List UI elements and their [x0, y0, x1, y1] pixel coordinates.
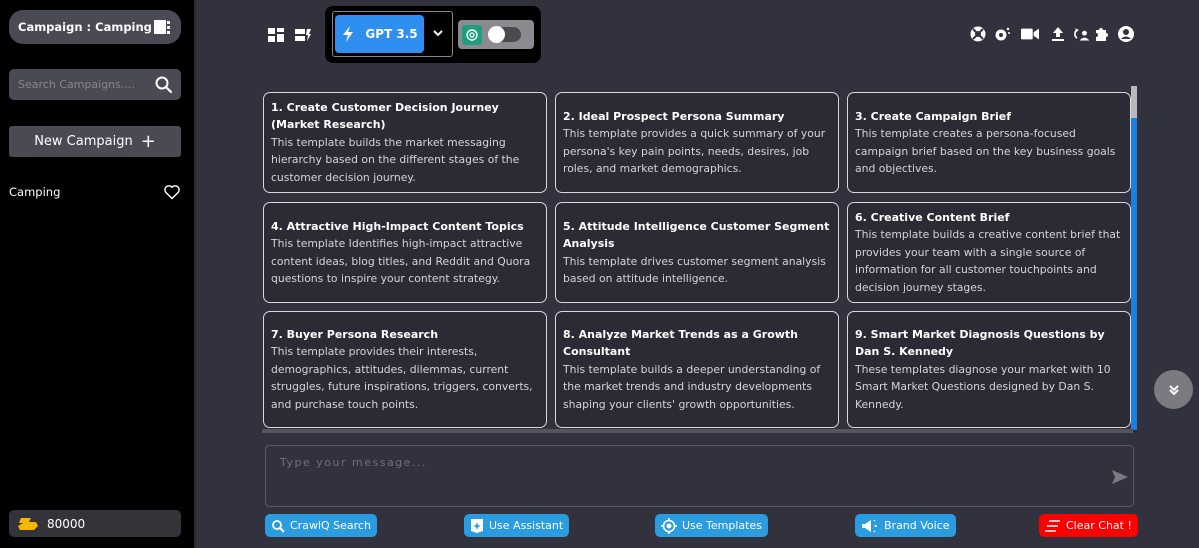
model-button[interactable]: GPT 3.5: [335, 15, 424, 53]
message-input[interactable]: [266, 446, 1096, 506]
sync-user-icon[interactable]: [1073, 25, 1091, 43]
brand-voice-label: Brand Voice: [884, 519, 950, 532]
dashboard-icon[interactable]: [267, 26, 285, 44]
template-title: 4. Attractive High-Impact Content Topics: [271, 219, 524, 233]
template-description: This template provides a quick summary o…: [563, 127, 826, 175]
template-description: These templates diagnose your market wit…: [855, 362, 1111, 411]
template-description: This template drives customer segment an…: [563, 254, 826, 286]
search-icon[interactable]: [152, 73, 176, 97]
toolbar-right-icons: [969, 25, 1141, 43]
sidebar: Campaign : Camping New Campaign + Campin…: [0, 0, 194, 548]
campaign-name: Camping: [9, 185, 61, 199]
template-title: 6. Creative Content Brief: [855, 210, 1010, 224]
template-card[interactable]: 1. Create Customer Decision Journey (Mar…: [263, 92, 547, 193]
send-icon[interactable]: [1111, 468, 1129, 486]
crawliq-search-label: CrawlQ Search: [290, 519, 371, 532]
assistant-icon: [471, 518, 483, 533]
search-icon: [272, 519, 285, 533]
new-campaign-button[interactable]: New Campaign +: [9, 126, 181, 157]
openai-logo-icon: [462, 25, 482, 45]
campaign-header-title: Campaign : Camping: [18, 20, 152, 34]
campaign-header[interactable]: Campaign : Camping: [9, 10, 181, 44]
plugin-icon[interactable]: [1093, 25, 1111, 43]
clear-lines-icon: [1045, 519, 1060, 532]
sidebar-toggle-icon[interactable]: [154, 19, 172, 35]
clear-chat-label: Clear Chat !: [1066, 519, 1132, 532]
template-title: 9. Smart Market Diagnosis Questions by D…: [855, 327, 1105, 359]
sidebar-divider: [194, 0, 196, 548]
brand-voice-button[interactable]: Brand Voice: [855, 514, 956, 537]
video-icon[interactable]: [1021, 25, 1039, 43]
plus-icon: +: [140, 130, 156, 152]
scroll-to-bottom-button[interactable]: [1154, 370, 1193, 409]
template-card[interactable]: 3. Create Campaign Brief This template c…: [847, 92, 1131, 193]
coins-icon: [18, 517, 38, 530]
model-select[interactable]: GPT 3.5: [332, 11, 453, 57]
heart-icon[interactable]: [163, 184, 181, 200]
upload-icon[interactable]: [1049, 25, 1067, 43]
app: Campaign : Camping New Campaign + Campin…: [0, 0, 1199, 548]
megaphone-icon: [862, 518, 877, 533]
campaign-search: [9, 69, 181, 100]
use-assistant-button[interactable]: Use Assistant: [464, 514, 570, 537]
template-description: This template builds a deeper understand…: [563, 362, 821, 411]
template-description: This template creates a persona-focused …: [855, 127, 1116, 175]
template-card[interactable]: 7. Buyer Persona Research This template …: [263, 311, 547, 428]
template-title: 5. Attitude Intelligence Customer Segmen…: [563, 219, 830, 251]
template-card[interactable]: 2. Ideal Prospect Persona Summary This t…: [555, 92, 839, 193]
campaign-search-input[interactable]: [18, 78, 152, 91]
settings-icon[interactable]: [993, 25, 1011, 43]
use-assistant-label: Use Assistant: [489, 519, 564, 532]
target-icon: [661, 517, 677, 534]
template-title: 2. Ideal Prospect Persona Summary: [563, 109, 785, 123]
crawliq-search-button[interactable]: CrawlQ Search: [265, 514, 377, 537]
template-description: This template Identifies high-impact att…: [271, 237, 531, 285]
openai-toggle-group: [458, 20, 534, 49]
template-scrollbar-thumb[interactable]: [1131, 118, 1137, 430]
model-label: GPT 3.5: [365, 27, 418, 41]
template-description: This template builds the market messagin…: [271, 135, 520, 184]
message-composer: [265, 445, 1134, 507]
template-grid: 1. Create Customer Decision Journey (Mar…: [262, 88, 1133, 430]
template-title: 3. Create Campaign Brief: [855, 109, 1011, 123]
chevron-down-icon[interactable]: [431, 26, 445, 40]
template-description: This template builds a creative content …: [855, 228, 1121, 294]
use-templates-label: Use Templates: [682, 519, 762, 532]
template-title: 7. Buyer Persona Research: [271, 327, 439, 341]
template-card[interactable]: 9. Smart Market Diagnosis Questions by D…: [847, 311, 1131, 428]
layout-switch-icon[interactable]: [294, 26, 312, 44]
double-chevron-down-icon: [1168, 384, 1179, 395]
template-scrollbar[interactable]: [1131, 86, 1137, 432]
help-lifebuoy-icon[interactable]: [969, 25, 987, 43]
template-title: 8. Analyze Market Trends as a Growth Con…: [563, 327, 799, 359]
template-description: This template provides their interests, …: [271, 345, 533, 411]
template-title: 1. Create Customer Decision Journey (Mar…: [271, 100, 499, 132]
lightning-icon: [343, 26, 354, 42]
account-icon[interactable]: [1117, 25, 1135, 43]
clear-chat-button[interactable]: Clear Chat !: [1039, 514, 1138, 537]
template-card[interactable]: 8. Analyze Market Trends as a Growth Con…: [555, 311, 839, 428]
campaign-list-item[interactable]: Camping: [9, 182, 181, 202]
model-panel: GPT 3.5: [325, 6, 541, 63]
use-templates-button[interactable]: Use Templates: [655, 514, 768, 537]
template-card[interactable]: 5. Attitude Intelligence Customer Segmen…: [555, 202, 839, 303]
openai-toggle-switch[interactable]: [488, 26, 521, 43]
template-horizontal-scrollbar[interactable]: [262, 429, 1133, 433]
template-card[interactable]: 4. Attractive High-Impact Content Topics…: [263, 202, 547, 303]
credits-amount: 80000: [47, 516, 86, 531]
template-card[interactable]: 6. Creative Content Brief This template …: [847, 202, 1131, 303]
credits-display: 80000: [9, 510, 181, 537]
new-campaign-label: New Campaign: [34, 134, 133, 149]
